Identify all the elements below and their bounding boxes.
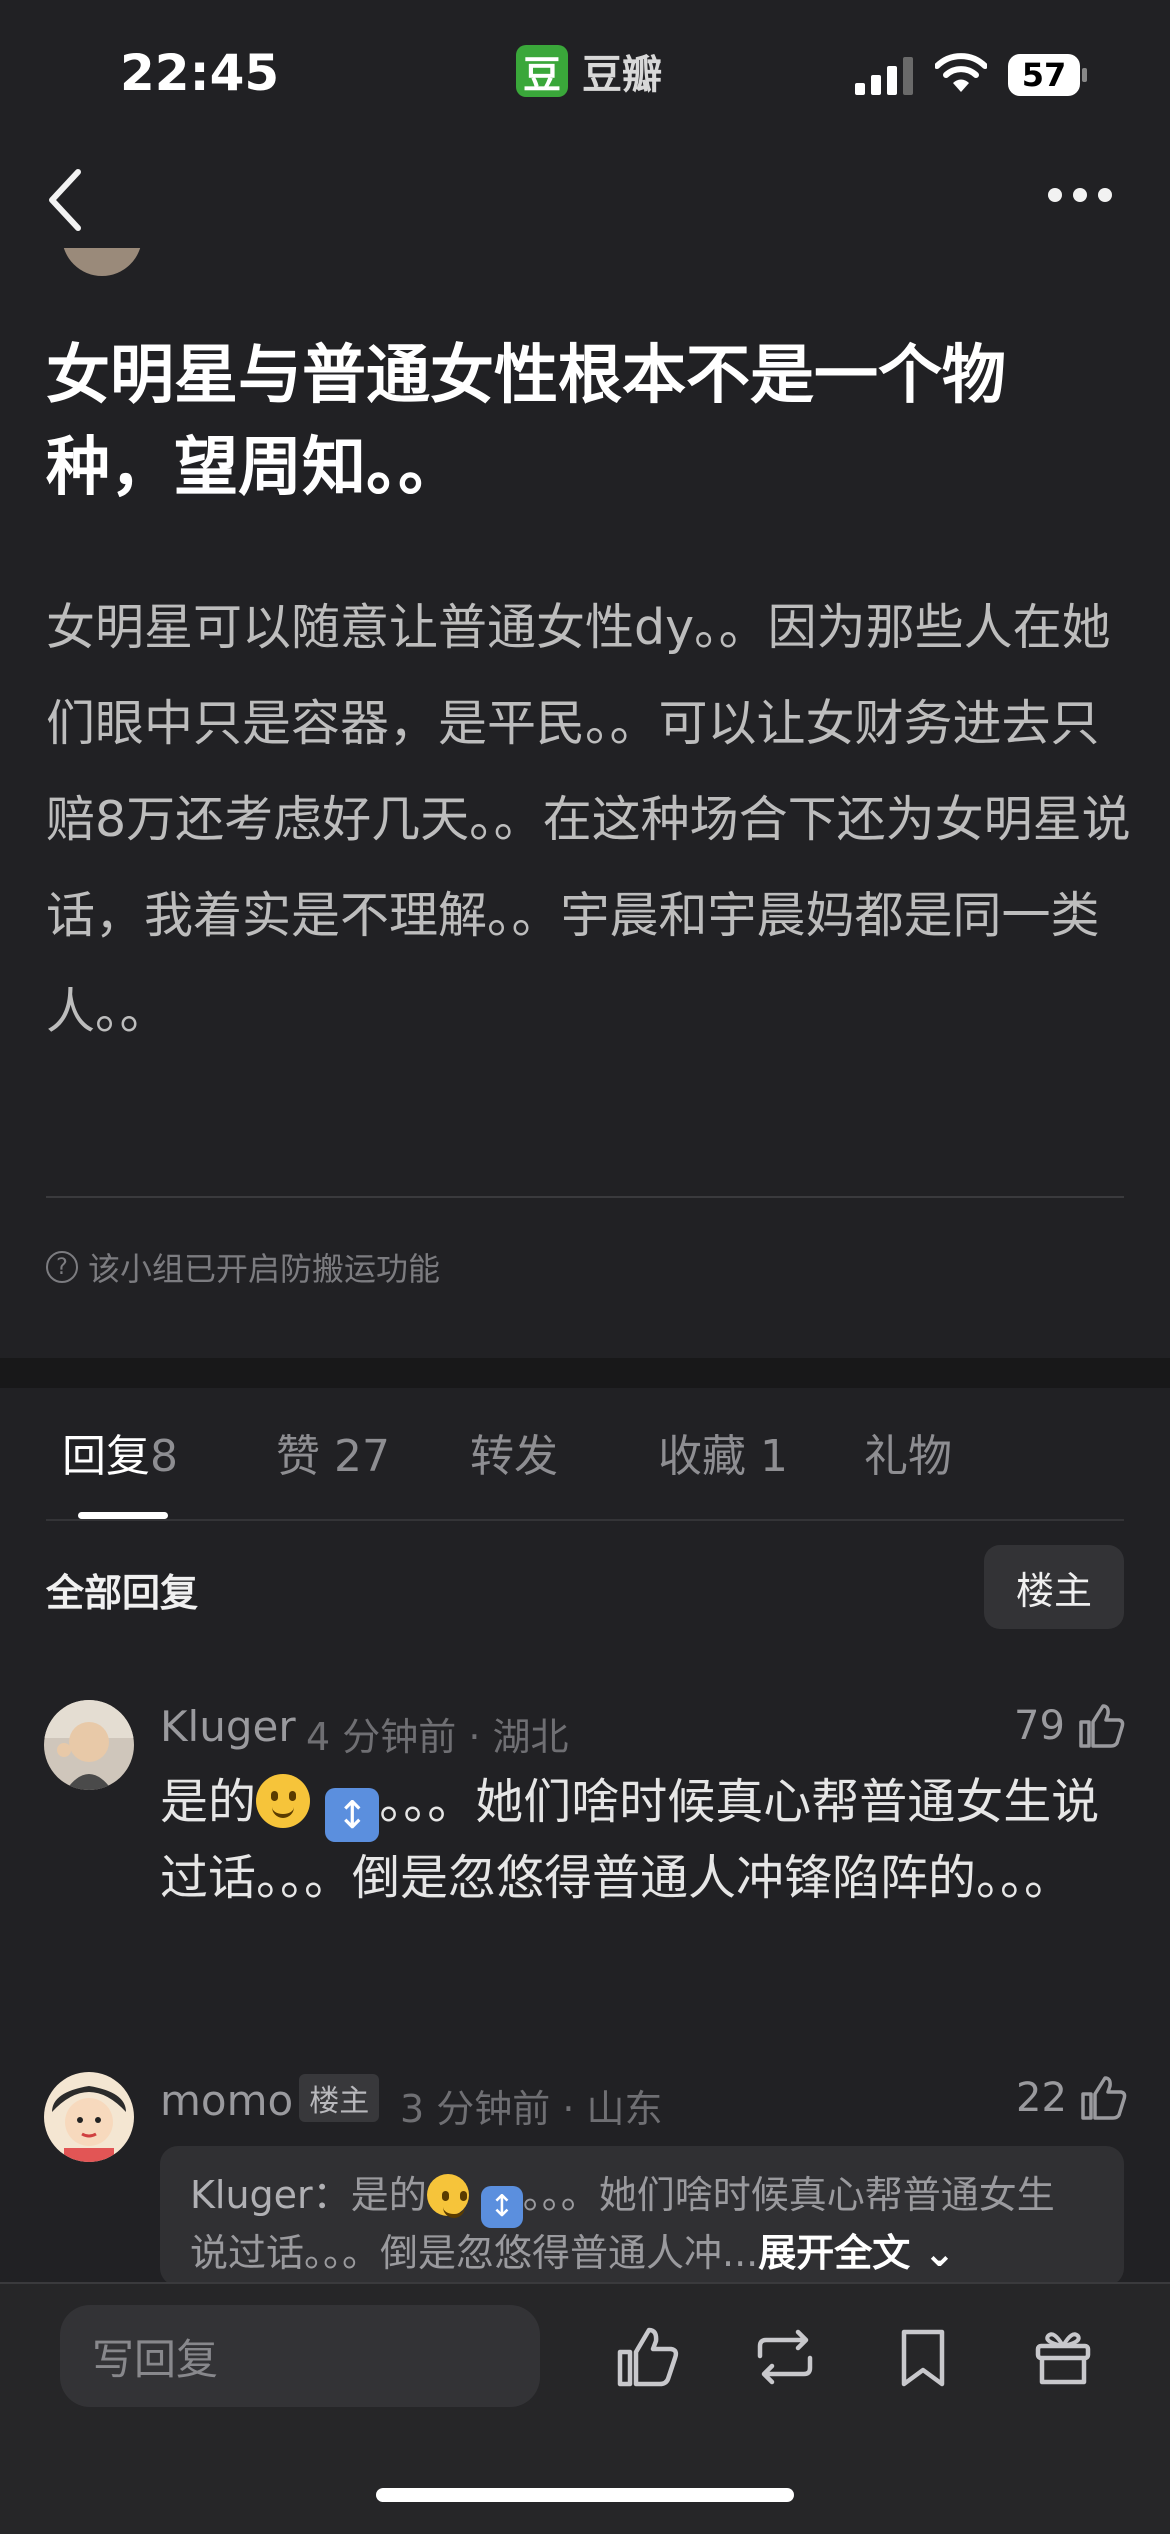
tab-replies[interactable]: 回复8 <box>62 1420 178 1484</box>
chevron-down-icon: ⌄ <box>910 2231 956 2275</box>
op-only-button[interactable]: 楼主 <box>984 1545 1124 1629</box>
app-name: 豆瓣 <box>582 52 662 98</box>
thumbs-up-icon[interactable] <box>612 2322 682 2392</box>
tab-bar: 回复8 赞 27 转发 收藏 1 礼物 <box>0 1420 1170 1520</box>
like-button[interactable]: 22 <box>1016 2072 1129 2124</box>
avatar[interactable] <box>44 1700 134 1790</box>
back-icon[interactable] <box>38 160 98 240</box>
anti-repost-notice: ? 该小组已开启防搬运功能 <box>46 1244 440 1290</box>
gift-icon[interactable] <box>1028 2322 1098 2392</box>
up-down-arrow-emoji-icon: ↕ <box>480 2186 523 2228</box>
thumbs-up-icon <box>1079 1704 1125 1748</box>
reply-input[interactable]: 写回复 <box>60 2305 540 2407</box>
comment-meta: 3 分钟前 · 山东 <box>400 2087 663 2131</box>
all-replies-heading: 全部回复 <box>46 1571 199 1615</box>
battery-level: 57 <box>1008 54 1080 96</box>
divider <box>46 1519 1124 1521</box>
post-title: 女明星与普通女性根本不是一个物种，望周知。。 <box>46 339 1006 505</box>
thumbs-up-icon <box>1081 2076 1127 2120</box>
tab-gifts[interactable]: 礼物 <box>864 1420 952 1484</box>
post-body: 女明星可以随意让普通女性dy。。因为那些人在她们眼中只是容器，是平民。。可以让女… <box>46 599 1131 1040</box>
comment-text: 是的 ↕ 。。。她们啥时候真心帮普通女生说过话。。。倒是忽悠得普通人冲锋陷阵的。。… <box>160 1774 1100 1906</box>
comment-author[interactable]: momo 楼主 <box>160 2074 385 2125</box>
active-tab-indicator <box>78 1512 168 1519</box>
expand-full-text-link[interactable]: 展开全文 <box>758 2231 910 2275</box>
notice-text: 该小组已开启防搬运功能 <box>88 1250 441 1288</box>
more-icon[interactable] <box>1045 185 1115 205</box>
comment-author[interactable]: Kluger <box>160 1702 296 1751</box>
tab-collects[interactable]: 收藏 1 <box>658 1420 788 1484</box>
divider <box>46 1196 1124 1198</box>
like-button[interactable]: 79 <box>1014 1700 1127 1752</box>
avatar[interactable] <box>44 2072 134 2162</box>
quoted-reply-text: Kluger：是的 ↕ 。。。她们啥时候真心帮普通女生说过话。。。倒是忽悠得普通人… <box>190 2173 1055 2275</box>
slightly-smiling-emoji-icon <box>426 2174 469 2218</box>
tab-reposts[interactable]: 转发 <box>470 1420 558 1484</box>
app-indicator: 豆 豆瓣 <box>516 42 662 100</box>
cellular-signal-icon <box>855 57 913 95</box>
tab-likes[interactable]: 赞 27 <box>276 1420 390 1484</box>
like-count: 79 <box>1014 1703 1065 1749</box>
section-separator <box>0 1358 1170 1388</box>
like-count: 22 <box>1016 2075 1067 2121</box>
author-avatar[interactable] <box>62 248 142 276</box>
up-down-arrow-emoji-icon: ↕ <box>325 1788 380 1842</box>
help-circle-icon: ? <box>46 1251 78 1283</box>
comment-meta: 4 分钟前 · 湖北 <box>306 1715 569 1759</box>
status-time: 22:45 <box>120 44 280 102</box>
slightly-smiling-emoji-icon <box>256 1774 311 1828</box>
wifi-icon <box>935 53 987 92</box>
bookmark-icon[interactable] <box>888 2322 958 2392</box>
battery-icon: 57 <box>1008 54 1087 96</box>
home-indicator[interactable] <box>376 2488 794 2502</box>
op-tag: 楼主 <box>299 2074 380 2122</box>
douban-logo-icon: 豆 <box>516 45 568 97</box>
repost-icon[interactable] <box>750 2322 820 2392</box>
